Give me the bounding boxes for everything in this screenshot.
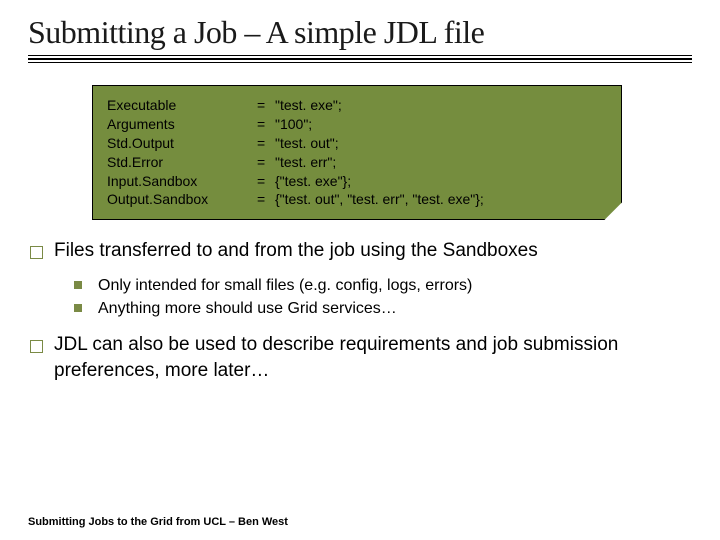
code-val: {"test. exe"};: [275, 172, 351, 191]
code-eq: =: [257, 153, 275, 172]
code-row: Executable="test. exe";: [107, 96, 607, 115]
bullet-item: Files transferred to and from the job us…: [28, 238, 692, 320]
code-val: "test. exe";: [275, 96, 342, 115]
rule-thick: [28, 58, 692, 60]
code-block: Executable="test. exe"; Arguments="100";…: [92, 85, 622, 220]
sub-bullet-text: Anything more should use Grid services…: [98, 300, 397, 317]
bullet-text: Files transferred to and from the job us…: [54, 240, 538, 261]
code-key: Executable: [107, 96, 257, 115]
code-key: Std.Output: [107, 134, 257, 153]
bullet-item: JDL can also be used to describe require…: [28, 332, 692, 383]
code-eq: =: [257, 190, 275, 209]
code-eq: =: [257, 115, 275, 134]
code-row: Std.Output="test. out";: [107, 134, 607, 153]
slide-footer: Submitting Jobs to the Grid from UCL – B…: [28, 516, 288, 528]
code-eq: =: [257, 96, 275, 115]
bullet-text: JDL can also be used to describe require…: [54, 334, 618, 381]
code-row: Std.Error="test. err";: [107, 153, 607, 172]
code-val: "test. out";: [275, 134, 339, 153]
code-content: Executable="test. exe"; Arguments="100";…: [107, 96, 607, 209]
code-eq: =: [257, 134, 275, 153]
bullet-list: Files transferred to and from the job us…: [28, 238, 692, 383]
code-key: Std.Error: [107, 153, 257, 172]
sub-bullet-text: Only intended for small files (e.g. conf…: [98, 277, 472, 294]
slide: Submitting a Job – A simple JDL file Exe…: [0, 0, 720, 384]
code-row: Arguments="100";: [107, 115, 607, 134]
title-rule: [28, 55, 692, 63]
page-title: Submitting a Job – A simple JDL file: [28, 14, 692, 51]
code-row: Output.Sandbox={"test. out", "test. err"…: [107, 190, 607, 209]
code-row: Input.Sandbox={"test. exe"};: [107, 172, 607, 191]
code-val: "test. err";: [275, 153, 336, 172]
code-val: "100";: [275, 115, 312, 134]
sub-bullet-item: Anything more should use Grid services…: [72, 297, 692, 320]
code-val: {"test. out", "test. err", "test. exe"};: [275, 190, 484, 209]
sub-bullet-list: Only intended for small files (e.g. conf…: [54, 274, 692, 320]
code-eq: =: [257, 172, 275, 191]
code-block-container: Executable="test. exe"; Arguments="100";…: [92, 85, 622, 220]
code-key: Input.Sandbox: [107, 172, 257, 191]
rule-thin: [28, 55, 692, 56]
sub-bullet-item: Only intended for small files (e.g. conf…: [72, 274, 692, 297]
code-key: Arguments: [107, 115, 257, 134]
code-key: Output.Sandbox: [107, 190, 257, 209]
rule-thin: [28, 62, 692, 63]
